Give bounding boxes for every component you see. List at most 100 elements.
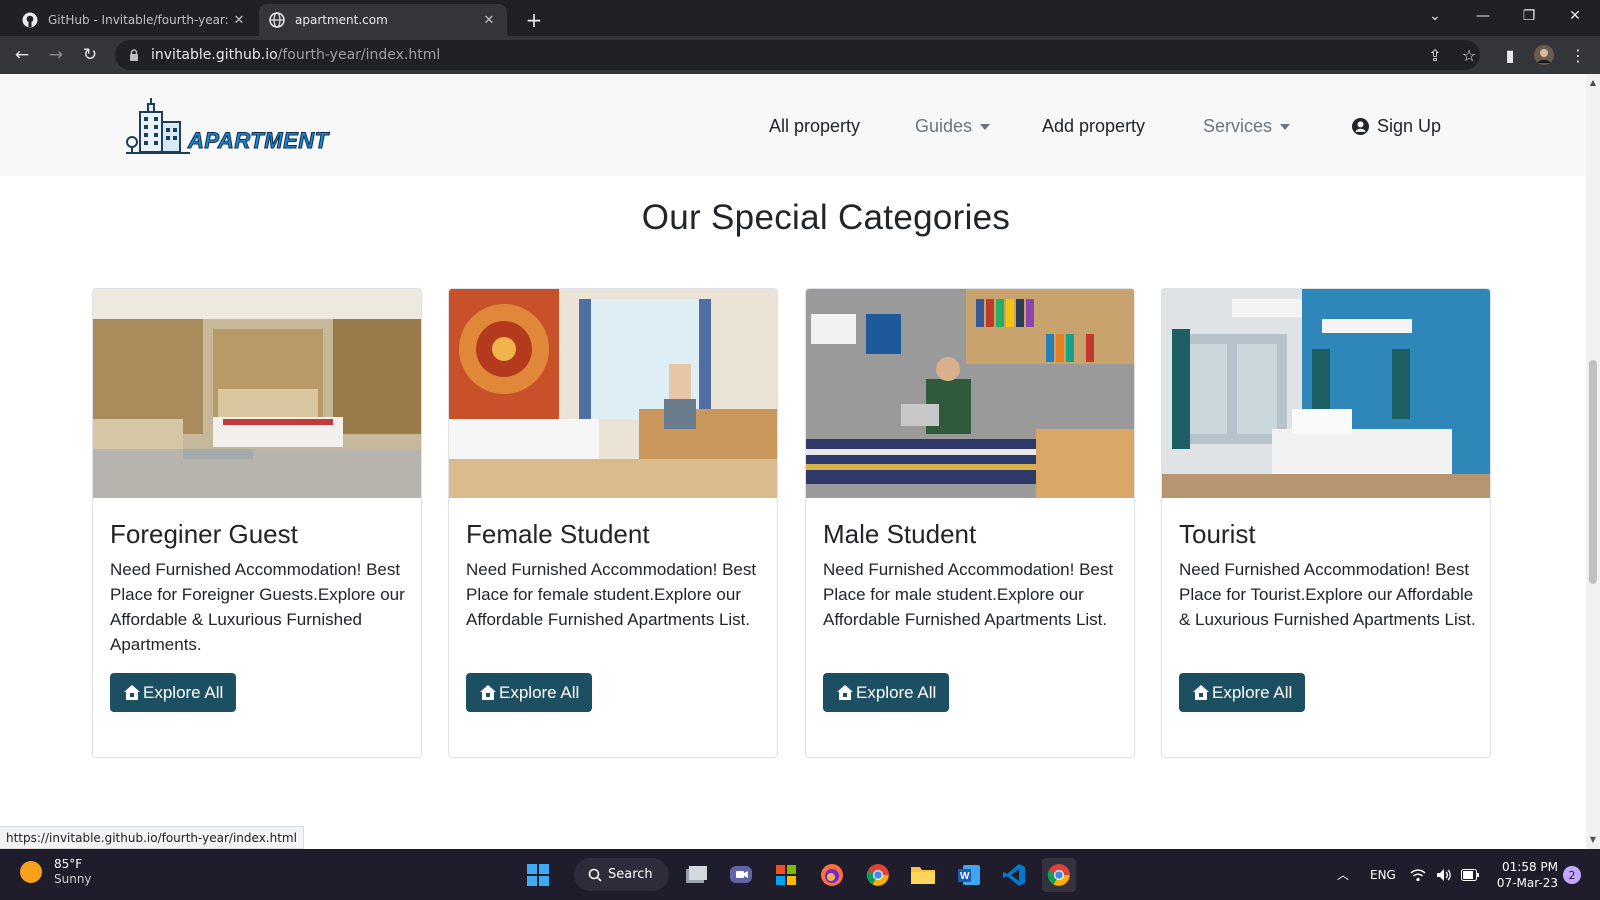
house-icon	[479, 684, 497, 702]
menu-icon[interactable]: ⋮	[1564, 41, 1592, 69]
search-icon	[588, 868, 602, 882]
nav-add-property[interactable]: Add property	[1042, 116, 1145, 137]
scroll-down-arrow-icon[interactable]: ▼	[1588, 835, 1598, 845]
file-explorer-icon[interactable]	[906, 858, 940, 892]
share-icon[interactable]: ⇪	[1421, 41, 1449, 69]
nav-add-property-label: Add property	[1042, 116, 1146, 136]
explore-all-label: Explore All	[499, 682, 580, 702]
url-host: invitable.github.io	[151, 47, 278, 63]
card-title: Foreginer Guest	[110, 519, 298, 549]
explore-all-label: Explore All	[856, 682, 937, 702]
scrollbar-thumb[interactable]	[1589, 360, 1597, 584]
teams-chat-icon[interactable]	[724, 858, 758, 892]
card-title: Tourist	[1179, 519, 1256, 549]
windows-icon	[527, 864, 549, 886]
word-icon[interactable]: W	[952, 858, 986, 892]
system-clock[interactable]: 01:58 PM 07-Mar-23	[1480, 859, 1558, 891]
close-window-button[interactable]: ✕	[1552, 0, 1598, 32]
globe-icon	[269, 12, 285, 28]
new-tab-button[interactable]: +	[520, 6, 548, 34]
address-bar[interactable]: invitable.github.io/fourth-year/index.ht…	[115, 40, 1480, 70]
page-viewport: APARTMENT All property Guides Add proper…	[0, 74, 1586, 849]
github-icon	[22, 12, 38, 28]
search-label: Search	[608, 867, 653, 882]
tray-overflow-icon[interactable]: ︿	[1337, 849, 1349, 900]
link-status-bar: https://invitable.github.io/fourth-year/…	[0, 826, 304, 849]
nav-all-property-label: All property	[769, 116, 861, 136]
page-scrollbar[interactable]: ▲ ▼	[1586, 74, 1600, 849]
category-card: Male Student Need Furnished Accommodatio…	[805, 288, 1135, 758]
clock-time: 01:58 PM	[1502, 860, 1558, 874]
explore-all-button[interactable]: Explore All	[1179, 673, 1306, 712]
firefox-icon[interactable]	[815, 858, 849, 892]
site-navbar: APARTMENT All property Guides Add proper…	[0, 74, 1586, 176]
close-tab-icon[interactable]: ✕	[231, 12, 247, 28]
section-title: Our Special Categories	[641, 198, 1011, 237]
explore-all-label: Explore All	[143, 682, 224, 702]
category-card: Tourist Need Furnished Accommodation! Be…	[1161, 288, 1491, 758]
nav-services-label: Services	[1203, 116, 1273, 136]
card-image-female-student-room	[449, 289, 777, 498]
lock-icon	[127, 48, 141, 62]
start-button[interactable]	[521, 858, 555, 892]
building-icon	[126, 98, 190, 154]
taskbar-search[interactable]: Search	[574, 858, 669, 891]
microsoft-store-icon[interactable]	[769, 858, 803, 892]
clock-date: 07-Mar-23	[1496, 876, 1558, 890]
url-path: /fourth-year/index.html	[277, 47, 441, 63]
vscode-icon[interactable]	[997, 858, 1031, 892]
card-image-hotel-room	[93, 289, 421, 498]
tab-apartment[interactable]: apartment.com ✕	[259, 4, 507, 36]
chrome-active-icon[interactable]	[1042, 858, 1076, 892]
weather-temp: 85°F	[54, 857, 83, 871]
weather-widget[interactable]: 85°F Sunny	[20, 857, 92, 887]
tab-github[interactable]: GitHub - Invitable/fourth-year: Tl ✕	[12, 4, 257, 36]
card-text: Need Furnished Accommodation! Best Place…	[466, 560, 757, 629]
explore-all-button[interactable]: Explore All	[823, 673, 950, 712]
reload-button[interactable]: ↻	[76, 41, 104, 69]
nav-guides-label: Guides	[915, 116, 973, 136]
language-indicator[interactable]: ENG	[1370, 849, 1396, 900]
card-title: Male Student	[823, 519, 977, 549]
category-card: Foreginer Guest Need Furnished Accommoda…	[92, 288, 422, 758]
logo-text: APARTMENT	[188, 128, 329, 154]
tab-search-icon[interactable]: ⌄	[1412, 0, 1458, 32]
notification-badge[interactable]: 2	[1563, 866, 1581, 884]
battery-icon[interactable]	[1461, 849, 1479, 900]
task-view-icon[interactable]	[679, 858, 713, 892]
nav-sign-up[interactable]: Sign Up	[1352, 116, 1441, 137]
category-card: Female Student Need Furnished Accommodat…	[448, 288, 778, 758]
explore-all-button[interactable]: Explore All	[110, 673, 237, 712]
site-logo[interactable]: APARTMENT	[126, 98, 329, 158]
side-panel-icon[interactable]: ▮	[1496, 41, 1524, 69]
house-icon	[123, 684, 141, 702]
close-tab-icon[interactable]: ✕	[481, 12, 497, 28]
restore-button[interactable]: ❐	[1506, 0, 1552, 32]
explore-all-button[interactable]: Explore All	[466, 673, 593, 712]
explore-all-label: Explore All	[1212, 682, 1293, 702]
bookmark-star-icon[interactable]: ☆	[1455, 41, 1483, 69]
caret-down-icon	[1280, 123, 1291, 130]
url-text: invitable.github.io/fourth-year/index.ht…	[151, 47, 440, 63]
nav-all-property[interactable]: All property	[769, 116, 860, 137]
nav-services-dropdown[interactable]: Services	[1203, 116, 1291, 137]
card-image-male-student-room	[806, 289, 1134, 498]
card-text: Need Furnished Accommodation! Best Place…	[823, 560, 1114, 629]
forward-button[interactable]: →	[42, 41, 70, 69]
profile-avatar[interactable]	[1530, 41, 1558, 69]
minimize-button[interactable]: —	[1460, 0, 1506, 32]
nav-guides-dropdown[interactable]: Guides	[915, 116, 991, 137]
back-button[interactable]: ←	[8, 41, 36, 69]
wifi-icon[interactable]	[1410, 849, 1426, 900]
scroll-up-arrow-icon[interactable]: ▲	[1588, 78, 1598, 88]
card-title: Female Student	[466, 519, 650, 549]
volume-icon[interactable]	[1436, 849, 1452, 900]
user-circle-icon	[1352, 118, 1369, 135]
windows-taskbar: 85°F Sunny Search W ︿ ENG 01:58 PM 07-Ma…	[0, 849, 1600, 900]
browser-toolbar: ← → ↻ invitable.github.io/fourth-year/in…	[0, 36, 1600, 74]
chrome-icon[interactable]	[861, 858, 895, 892]
tab-title: apartment.com	[295, 13, 388, 27]
card-text: Need Furnished Accommodation! Best Place…	[110, 560, 405, 654]
browser-tab-strip: GitHub - Invitable/fourth-year: Tl ✕ apa…	[0, 0, 1600, 36]
house-icon	[1192, 684, 1210, 702]
